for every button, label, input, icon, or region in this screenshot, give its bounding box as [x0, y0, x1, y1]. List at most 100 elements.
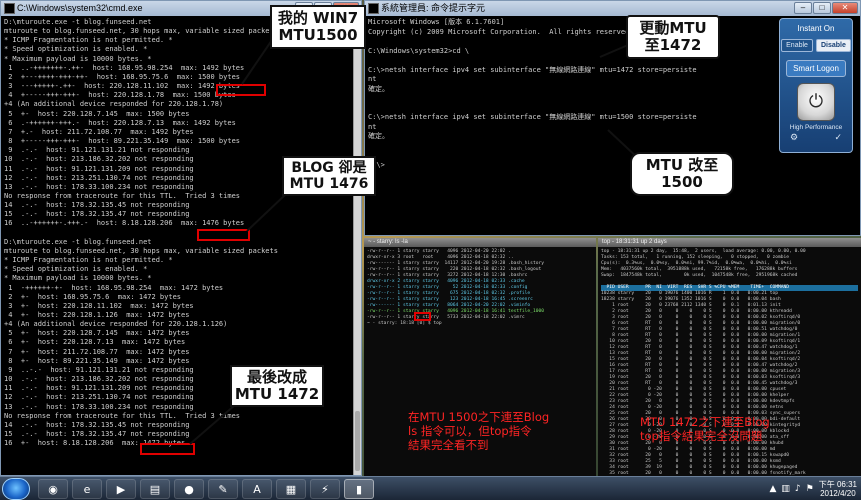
cmd-left-line: 15 .-.- host: 178.32.135.47 not respondi… [4, 210, 190, 219]
note-top-works: MTU 1472之下連至Blog top指令結果完全沒問題 [640, 415, 770, 443]
cmd-right-titlebar[interactable]: 系統管理員: 命令提示字元 – □ ✕ [365, 1, 860, 16]
cmd-left-line: 14 .-.- host: 178.32.135.45 not respondi… [4, 201, 190, 210]
cmd-left-line: 7 +- host: 211.72.108.77 max: 1472 bytes [4, 347, 190, 356]
callout-change-line1: 更動MTU [639, 19, 707, 37]
cmd-left-line [4, 229, 358, 238]
note-a-line3: 結果完全看不到 [408, 438, 489, 452]
terminal-top-line: 35 root 20 0 0 0 0 S 0 0.0 0:00.00 fsnot… [601, 471, 806, 475]
cmd-left-line: 2 +---++++-+++-++- host: 168.95.75.6 max… [4, 72, 241, 81]
cmd-left-line: 1 ..-+++++++-.++- host: 168.95.98.254 ma… [4, 63, 245, 72]
cmd-right-line: C:\> [368, 160, 385, 169]
cmd-right-title: 系統管理員: 命令提示字元 [381, 3, 486, 13]
start-button[interactable] [2, 478, 30, 500]
cmd-left-line: 3 ---+++++-.++- host: 220.128.11.102 max… [4, 82, 241, 91]
callout-change-line2: 至1472 [644, 36, 702, 55]
cmd-icon [4, 3, 15, 14]
highlight-1472 [140, 443, 195, 455]
cmd-left-line: 5 +- host: 220.128.7.145 max: 1500 bytes [4, 109, 190, 118]
chrome-icon[interactable]: ◉ [38, 479, 68, 499]
callout-1500-line2: 1500 [661, 173, 703, 192]
callout-win7-line1: 我的 WIN7 [277, 9, 359, 27]
callout-1500-line1: MTU 改至 [645, 156, 719, 174]
cmd-left-line: * ICMP Fragmentation is not permitted. * [4, 256, 173, 265]
smart-logon-button[interactable]: Smart Logon [786, 60, 846, 77]
callout-blog-line1: BLOG 卻是 [291, 160, 367, 176]
cmd-left-line: * Maximum payload is 10000 bytes. * [4, 274, 152, 283]
highlight-top-cmd [414, 312, 431, 321]
disable-button[interactable]: Disable [815, 39, 851, 52]
terminal-app-icon[interactable]: ▦ [276, 479, 306, 499]
up-arrow-icon[interactable]: ▲ [769, 484, 776, 494]
callout-blog-line2: MTU 1476 [289, 176, 369, 193]
cmd-left-scrollbar[interactable] [353, 16, 361, 475]
cmd-left-line: mturoute to blog.funseed.net, 30 hops ma… [4, 246, 278, 255]
terminal-ls-titlebar[interactable]: ~ - starry: ls -la [364, 238, 596, 247]
volume-icon[interactable]: ♪ [795, 484, 801, 494]
power-button[interactable]: ⏻ [797, 83, 835, 121]
cmd-left-line: 4 +- host: 220.128.1.126 max: 1472 bytes [4, 311, 190, 319]
enable-button[interactable]: Enable [781, 39, 813, 52]
flag-icon[interactable]: ⚑ [806, 484, 814, 494]
scrollbar-thumb[interactable] [355, 411, 360, 471]
cmd-left-line: 14 .-.- host: 178.32.135.45 not respondi… [4, 420, 190, 429]
note-b-line2: top指令結果完全沒問題 [640, 429, 763, 443]
close-button[interactable]: ✕ [832, 2, 858, 14]
cmd-left-title: C:\Windows\system32\cmd.exe [17, 3, 143, 13]
acrobat-icon[interactable]: A [242, 479, 272, 499]
cmd-left-line: 7 +.- host: 211.72.108.77 max: 1492 byte… [4, 127, 194, 136]
wrench-icon[interactable]: ⚙ [790, 133, 798, 143]
high-performance-label: High Performance [789, 124, 843, 131]
cmd-left-line: 15 .-.- host: 178.32.135.47 not respondi… [4, 430, 190, 439]
cmd-left-line: * Maximum payload is 10000 bytes. * [4, 54, 152, 63]
ie-icon[interactable]: e [72, 479, 102, 499]
cmd-left-line: 9 .-.- host: 91.121.131.21 not respondin… [4, 146, 190, 155]
note-a-line2: ls 指令可以，但top指令 [408, 424, 532, 438]
note-ls-works: 在MTU 1500之下連至Blog ls 指令可以，但top指令 結果完全看不到 [408, 410, 549, 452]
media-player-icon[interactable]: ▶ [106, 479, 136, 499]
instant-on-gadget: Instant On Enable Disable Smart Logon ⏻ … [779, 18, 853, 153]
callout-final: 最後改成 MTU 1472 [230, 365, 324, 407]
cmd-taskbar-icon[interactable]: ▮ [344, 479, 374, 499]
note-a-line1: 在MTU 1500之下連至Blog [408, 410, 550, 424]
maximize-button[interactable]: □ [813, 2, 831, 14]
callout-win7-line2: MTU1500 [278, 26, 358, 45]
callout-final-line1: 最後改成 [246, 368, 307, 386]
firefox-icon[interactable]: ● [174, 479, 204, 499]
cmd-left-line: 3 +- host: 220.128.11.102 max: 1472 byte… [4, 301, 194, 310]
cmd-left-line: +4 (An additional device responded for 2… [4, 320, 228, 329]
power-icon: ⏻ [808, 91, 824, 112]
notepad-icon[interactable]: ✎ [208, 479, 238, 499]
note-b-line1: MTU 1472之下連至Blog [640, 415, 770, 429]
callout-1500: MTU 改至 1500 [630, 152, 734, 196]
cmd-left-line: 16 ..-++++++-.+++.- host: 8.18.128.206 m… [4, 219, 245, 228]
cmd-left-line: 1 -++++++-+- host: 168.95.98.254 max: 14… [4, 283, 224, 292]
cmd-left-line: 8 +-----+++-+++- host: 89.221.35.149 max… [4, 137, 241, 146]
cmd-left-line: * Speed optimization is enabled. * [4, 265, 148, 274]
cmd-left-line: 5 +- host: 220.128.7.145 max: 1472 bytes [4, 329, 190, 338]
callout-blog: BLOG 卻是 MTU 1476 [282, 156, 376, 196]
terminal-top-titlebar[interactable]: top - 18:31:31 up 2 days [598, 238, 861, 247]
cmd-left-line: 6 .-++++++-+++.- host: 220.128.7.13 max:… [4, 118, 236, 127]
network-icon[interactable]: ▥ [781, 484, 790, 494]
minimize-button[interactable]: – [794, 2, 812, 14]
cmd-icon [368, 3, 379, 14]
taskbar: ◉ e ▶ ▤ ● ✎ A ▦ ⚡ ▮ ▲ ▥ ♪ ⚑ 下午 06:31 201… [0, 476, 861, 500]
clock-time: 下午 06:31 [818, 480, 857, 489]
check-icon[interactable]: ✓ [834, 133, 842, 143]
callout-win7: 我的 WIN7 MTU1500 [270, 5, 366, 49]
cmd-left-line: +4 (An additional device responded for 2… [4, 100, 224, 109]
explorer-icon[interactable]: ▤ [140, 479, 170, 499]
highlight-1476 [197, 229, 250, 241]
putty-icon[interactable]: ⚡ [310, 479, 340, 499]
callout-final-line2: MTU 1472 [234, 385, 320, 404]
cmd-left-line: D:\mturoute.exe -t blog.funseed.net [4, 237, 152, 246]
cmd-left-line: 4 +-----+++-+++- host: 220.128.1.78 max:… [4, 91, 236, 100]
callout-change: 更動MTU 至1472 [626, 15, 720, 59]
clock-date: 2012/4/20 [820, 489, 856, 498]
clock[interactable]: 下午 06:31 2012/4/20 [819, 480, 857, 498]
cmd-left-line: 6 +- host: 220.128.7.13 max: 1472 bytes [4, 338, 186, 347]
gadget-title: Instant On [797, 24, 835, 33]
cmd-left-line: 2 +- host: 168.95.75.6 max: 1472 bytes [4, 292, 182, 301]
system-tray: ▲ ▥ ♪ ⚑ 下午 06:31 2012/4/20 [769, 479, 857, 499]
cmd-left-line: No response from traceroute for this TTL… [4, 411, 241, 420]
